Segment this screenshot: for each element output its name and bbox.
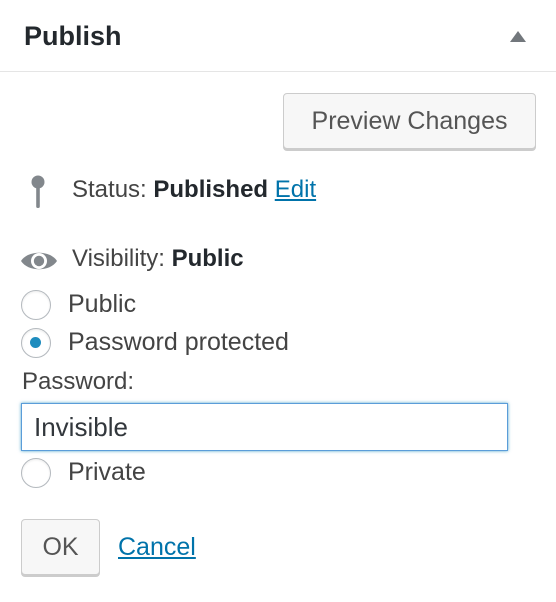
visibility-label: Visibility: (72, 245, 165, 272)
status-row: Status: Published Edit (72, 174, 316, 206)
radio-public-label[interactable]: Public (68, 288, 136, 320)
radio-private-label[interactable]: Private (68, 456, 146, 488)
triangle-up-icon[interactable] (510, 31, 526, 42)
cancel-link[interactable]: Cancel (118, 531, 196, 563)
status-value: Published (153, 176, 269, 203)
preview-changes-button[interactable]: Preview Changes (283, 93, 536, 149)
password-label: Password: (22, 368, 135, 395)
radio-password-protected[interactable] (21, 328, 51, 358)
status-edit-link[interactable]: Edit (275, 176, 316, 203)
panel-header: Publish (0, 0, 556, 72)
publish-panel: Publish Preview Changes Status: Publishe… (0, 0, 556, 602)
radio-private[interactable] (21, 458, 51, 488)
visibility-row: Visibility: Public (72, 243, 244, 275)
status-label: Status: (72, 176, 147, 203)
ok-button[interactable]: OK (21, 519, 100, 575)
visibility-value: Public (171, 245, 244, 272)
panel-title: Publish (24, 21, 122, 51)
radio-public[interactable] (21, 290, 51, 320)
radio-password-protected-label[interactable]: Password protected (68, 326, 289, 358)
password-input[interactable] (21, 403, 508, 451)
eye-icon (21, 252, 57, 270)
map-pin-icon (31, 175, 45, 208)
